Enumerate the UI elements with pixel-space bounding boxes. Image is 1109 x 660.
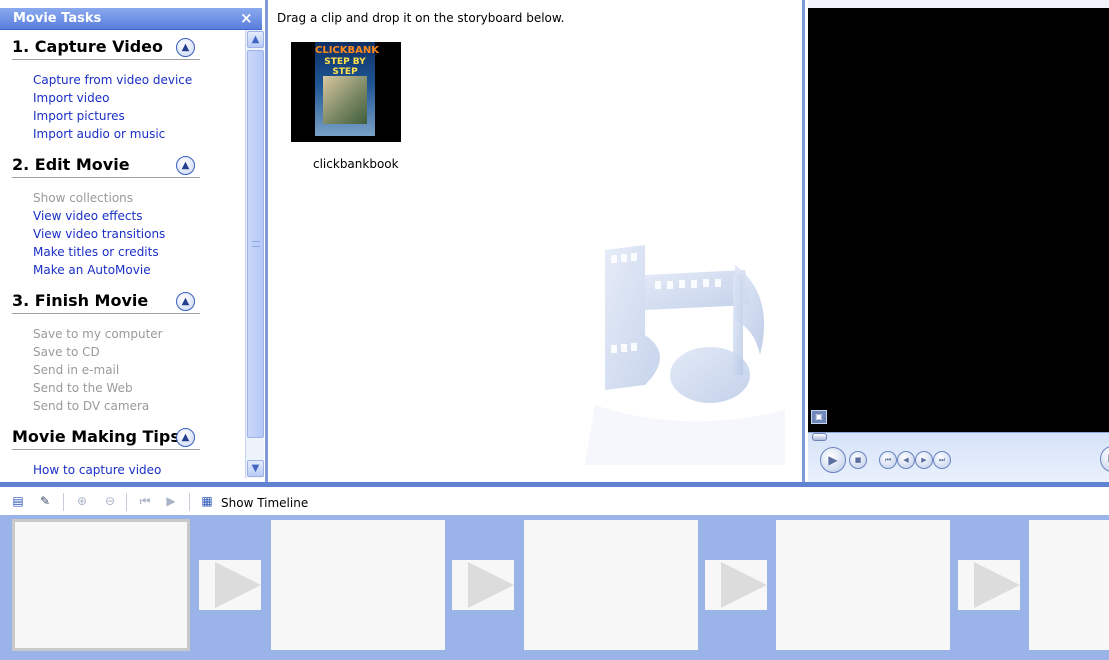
play-icon[interactable]: ▶ [820,447,846,473]
toolbar-separator [126,493,127,511]
how-to-capture-link[interactable]: How to capture video [33,463,161,477]
section-title[interactable]: 3. Finish Movie [12,291,200,314]
capture-from-video-device-link[interactable]: Capture from video device [33,73,192,87]
collection-hint: Drag a clip and drop it on the storyboar… [277,11,565,25]
make-titles-link[interactable]: Make titles or credits [33,245,159,259]
import-pictures-link[interactable]: Import pictures [33,109,125,123]
transition-slot[interactable] [958,560,1020,610]
zoom-in-icon: ⊕ [76,494,88,508]
stop-icon[interactable]: ■ [849,451,867,469]
section-title[interactable]: 2. Edit Movie [12,155,200,178]
toolbar-separator [63,493,64,511]
storyboard-toolbar: ▤ ✎ ⊕ ⊖ ⏮ ▶ ▦ Show Timeline [0,482,1109,515]
task-pane-title: Movie Tasks [13,11,102,26]
fullscreen-icon[interactable]: ▣ [811,410,827,424]
scroll-up-icon[interactable]: ▲ [247,31,264,48]
show-timeline-icon[interactable]: ▦ [199,493,215,509]
clip-thumbnail[interactable]: CLICKBANK STEP BY STEP [291,42,401,142]
transition-arrow-icon [468,562,514,608]
task-pane-header: Movie Tasks × [0,8,262,30]
previous-frame-icon[interactable]: ◀ [897,451,915,469]
scroll-down-icon[interactable]: ▼ [247,460,264,477]
next-frame-icon[interactable]: ▶ [915,451,933,469]
send-email-link: Send in e-mail [33,363,120,377]
storyboard [0,515,1109,660]
save-to-computer-link: Save to my computer [33,327,163,341]
close-icon[interactable]: × [240,9,253,27]
movie-maker-window: Movie Tasks × 1. Capture Video ▲ Capture… [0,0,1109,660]
section-title[interactable]: Movie Making Tips [12,427,200,450]
storyboard-frame[interactable] [12,519,190,651]
cover-subtitle: STEP BY STEP [324,57,366,77]
set-audio-levels-icon[interactable]: ▤ [10,493,26,509]
storyboard-frame[interactable] [776,520,950,650]
show-collections-link: Show collections [33,191,134,205]
book-cover-image: CLICKBANK STEP BY STEP [315,42,379,136]
monitor-screen [808,8,1109,404]
send-dv-camera-link: Send to DV camera [33,399,150,413]
view-video-effects-link[interactable]: View video effects [33,209,142,223]
view-video-transitions-link[interactable]: View video transitions [33,227,165,241]
clip-name[interactable]: clickbankbook [313,157,399,171]
forward-icon[interactable]: ⏭ [933,451,951,469]
transition-arrow-icon [721,562,767,608]
save-to-cd-link: Save to CD [33,345,100,359]
transition-slot[interactable] [452,560,514,610]
make-automovie-link[interactable]: Make an AutoMovie [33,263,151,277]
task-list: 1. Capture Video ▲ Capture from video de… [0,30,244,482]
film-music-watermark-icon [585,245,785,465]
scroll-thumb[interactable] [247,50,264,438]
play-storyboard-icon: ▶ [166,494,176,508]
task-pane: Movie Tasks × 1. Capture Video ▲ Capture… [0,0,265,482]
collection-pane: Drag a clip and drop it on the storyboar… [265,0,805,482]
cover-title: CLICKBANK [315,45,379,56]
rewind-storyboard-icon: ⏮ [139,494,151,508]
cover-picture [323,76,367,124]
task-pane-scrollbar[interactable]: ▲ ▼ [245,30,264,478]
scroll-grip [252,241,260,247]
show-timeline-button[interactable]: Show Timeline [221,496,308,510]
collapse-icon[interactable]: ▲ [176,292,195,311]
transition-slot[interactable] [199,560,261,610]
seek-knob[interactable] [812,433,827,441]
collapse-icon[interactable]: ▲ [176,156,195,175]
transition-arrow-icon [215,562,261,608]
import-audio-link[interactable]: Import audio or music [33,127,165,141]
storyboard-frame[interactable] [271,520,445,650]
back-icon[interactable]: ⏮ [879,451,897,469]
toolbar-separator [189,493,190,511]
narrate-icon[interactable]: ✎ [37,493,53,509]
collapse-icon[interactable]: ▲ [176,38,195,57]
storyboard-frame[interactable] [1029,520,1109,650]
zoom-out-icon: ⊖ [104,494,116,508]
preview-monitor: ▣ ▶ ■ ⏮ ◀ ▶ ⏭ ◫ [808,0,1109,482]
import-video-link[interactable]: Import video [33,91,109,105]
collapse-icon[interactable]: ▲ [176,428,195,447]
transition-slot[interactable] [705,560,767,610]
send-web-link: Send to the Web [33,381,133,395]
storyboard-frame[interactable] [524,520,698,650]
transition-arrow-icon [974,562,1020,608]
section-title[interactable]: 1. Capture Video [12,37,200,60]
